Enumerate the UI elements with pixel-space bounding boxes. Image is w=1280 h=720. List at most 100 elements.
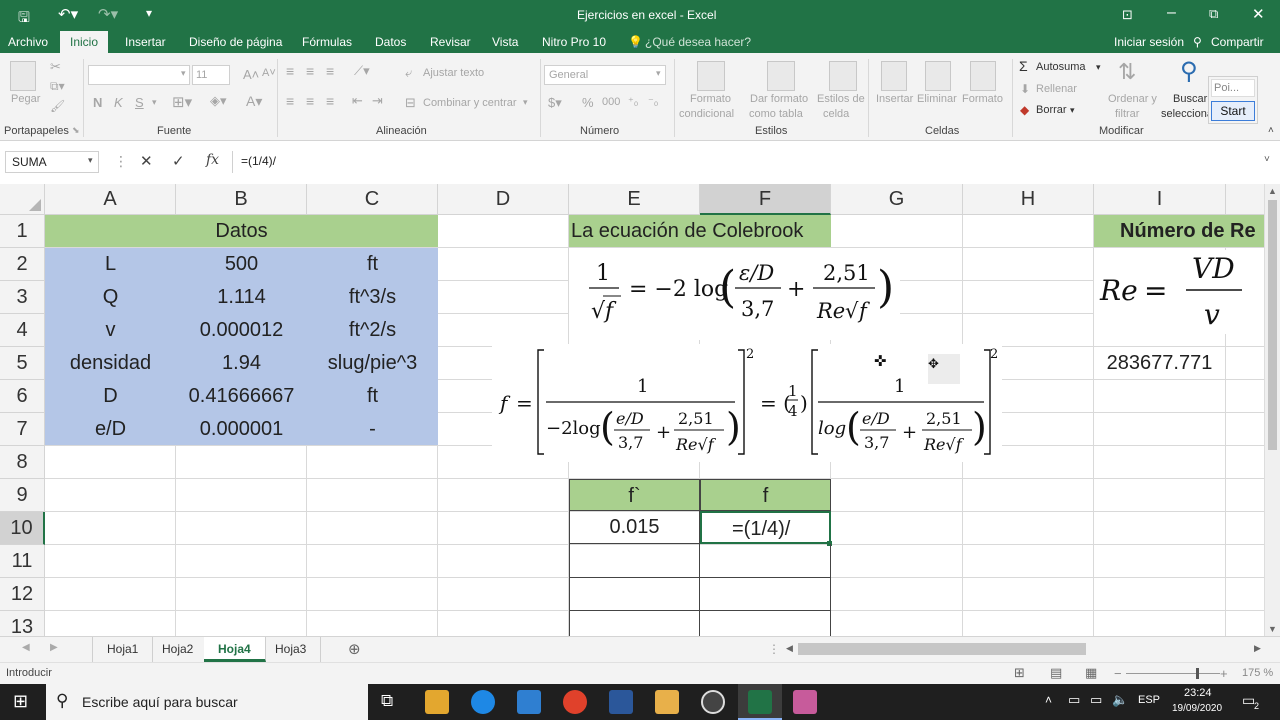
scroll-up-icon[interactable]: ▲ (1268, 186, 1277, 196)
restore-icon[interactable]: ⧉ (1209, 6, 1218, 22)
cell-c7[interactable]: - (307, 413, 438, 446)
thousands-icon[interactable]: 000 (602, 96, 620, 108)
scroll-right-icon[interactable]: ▶ (1254, 643, 1261, 654)
tab-archivo[interactable]: Archivo (8, 35, 48, 49)
scroll-down-icon[interactable]: ▼ (1268, 624, 1277, 634)
tab-datos[interactable]: Datos (375, 35, 406, 49)
decrease-decimal-icon[interactable]: ⁻₀ (648, 95, 658, 108)
column-header-b[interactable]: B (176, 184, 307, 215)
sheet-tab-hoja4[interactable]: Hoja4 (204, 637, 266, 662)
borders-icon[interactable]: ⊞▾ (172, 93, 192, 111)
underline-button[interactable]: S (135, 95, 144, 110)
chevron-down-icon[interactable]: ▾ (1096, 62, 1101, 73)
font-size-box[interactable]: 11 (192, 65, 230, 85)
save-icon[interactable]: 🖫 (18, 7, 30, 31)
cell-c4[interactable]: ft^2/s (307, 314, 438, 347)
dialog-launcher-icon[interactable]: ⬊ (72, 125, 80, 136)
undo-icon[interactable]: ↶▾ (58, 5, 78, 23)
row-header-13[interactable]: 13 (0, 611, 45, 636)
minimize-icon[interactable]: – (1167, 4, 1176, 22)
chrome-icon[interactable] (563, 690, 587, 714)
fill-button[interactable]: Rellenar (1036, 83, 1077, 95)
zoom-slider-handle[interactable] (1196, 668, 1199, 679)
sign-in-link[interactable]: Iniciar sesión (1114, 35, 1184, 49)
normal-view-icon[interactable]: ⊞ (1014, 665, 1025, 681)
fill-color-icon[interactable]: ◈▾ (210, 93, 227, 109)
edge-icon[interactable] (471, 690, 495, 714)
column-header-a[interactable]: A (45, 184, 176, 215)
cut-icon[interactable]: ✂ (50, 59, 61, 75)
task-view-icon[interactable]: ⧉ (381, 691, 393, 711)
tab-inicio[interactable]: Inicio (60, 31, 109, 53)
sheet-tab-hoja3[interactable]: Hoja3 (261, 637, 322, 662)
format-table-line1[interactable]: Dar formato (750, 93, 808, 105)
prev-sheet-icon[interactable]: ◀ (22, 642, 30, 653)
sort-filter-line2[interactable]: filtrar (1115, 108, 1139, 120)
sheet-tab-hoja1[interactable]: Hoja1 (92, 637, 154, 662)
align-center-icon[interactable]: ≡ (306, 93, 314, 109)
store-icon[interactable] (425, 690, 449, 714)
network-icon[interactable]: ▭ (1068, 692, 1080, 708)
bold-button[interactable]: N (93, 95, 102, 110)
worksheet-grid[interactable]: A B C D E F G H I 1 2 3 4 5 6 7 8 9 10 1… (0, 184, 1264, 636)
cell-e9[interactable]: f` (569, 479, 700, 511)
windows-start-icon[interactable]: ⊞ (13, 691, 28, 712)
taskbar-search-box[interactable]: ⚲ Escribe aquí para buscar (46, 684, 368, 720)
tab-diseno[interactable]: Diseño de página (189, 35, 282, 49)
format-painter-icon[interactable]: 🖌 (50, 99, 65, 113)
row-header-8[interactable]: 8 (0, 446, 45, 479)
excel-taskbar-active[interactable] (738, 684, 782, 720)
row-header-2[interactable]: 2 (0, 248, 45, 281)
decrease-indent-icon[interactable]: ⇤ (352, 93, 363, 109)
conditional-format-line1[interactable]: Formato (690, 93, 731, 105)
cell-a7[interactable]: e/D (45, 413, 176, 446)
tab-formulas[interactable]: Fórmulas (302, 35, 352, 49)
column-header-e[interactable]: E (569, 184, 700, 215)
cell-b3[interactable]: 1.114 (176, 281, 307, 314)
column-header-j[interactable] (1226, 184, 1264, 215)
cell-styles-line2[interactable]: celda (823, 108, 849, 120)
cell-a4[interactable]: v (45, 314, 176, 347)
cell-c6[interactable]: ft (307, 380, 438, 413)
sort-filter-line1[interactable]: Ordenar y (1108, 93, 1157, 105)
cell-a6[interactable]: D (45, 380, 176, 413)
shrink-font-icon[interactable]: A˅ (262, 67, 276, 79)
cell-b2[interactable]: 500 (176, 248, 307, 281)
column-header-g[interactable]: G (831, 184, 963, 215)
battery-icon[interactable]: ▭ (1090, 692, 1102, 708)
redo-icon[interactable]: ↷▾ (98, 5, 118, 23)
cell-a5[interactable]: densidad (45, 347, 176, 380)
cell-f10-editing[interactable]: =(1/4)/ (700, 511, 831, 544)
currency-icon[interactable]: $▾ (548, 95, 562, 111)
vertical-scrollbar[interactable]: ▲ ▼ (1264, 184, 1280, 636)
row-header-7[interactable]: 7 (0, 413, 45, 446)
name-box[interactable]: SUMA (5, 151, 99, 173)
colebrook-equation-image[interactable]: 1 √ f = −2 log ( ε/D 3,7 + 2,51 Re √ f ) (569, 248, 900, 340)
row-header-11[interactable]: 11 (0, 545, 45, 578)
insert-function-icon[interactable]: fx (206, 152, 219, 168)
page-break-icon[interactable]: ▦ (1085, 665, 1097, 681)
grow-font-icon[interactable]: A˄ (243, 67, 259, 82)
paint-icon[interactable] (793, 690, 817, 714)
file-explorer-icon[interactable] (655, 690, 679, 714)
tell-me-input[interactable]: ¿Qué desea hacer? (645, 35, 751, 49)
zoom-in-icon[interactable]: + (1220, 666, 1228, 681)
formula-input[interactable]: =(1/4)/ (232, 151, 1262, 173)
chevron-down-icon[interactable]: ▾ (152, 97, 157, 108)
align-middle-icon[interactable]: ≡ (306, 63, 314, 79)
scroll-thumb[interactable] (1268, 200, 1277, 450)
insert-cells-button[interactable]: Insertar (876, 93, 913, 105)
row-header-1[interactable]: 1 (0, 215, 45, 248)
font-color-icon[interactable]: A▾ (246, 93, 262, 110)
chevron-down-icon[interactable]: ▾ (656, 68, 661, 79)
increase-indent-icon[interactable]: ⇥ (372, 93, 383, 109)
wrap-text-button[interactable]: Ajustar texto (423, 67, 484, 79)
enter-icon[interactable]: ✓ (172, 152, 185, 170)
align-top-icon[interactable]: ≡ (286, 63, 294, 79)
clock-date[interactable]: 19/09/2020 (1172, 703, 1222, 714)
column-header-f[interactable]: F (700, 184, 831, 215)
collapse-ribbon-icon[interactable]: ˄ (1268, 125, 1274, 136)
cell-c2[interactable]: ft (307, 248, 438, 281)
align-bottom-icon[interactable]: ≡ (326, 63, 334, 79)
conditional-format-line2[interactable]: condicional (679, 108, 734, 120)
